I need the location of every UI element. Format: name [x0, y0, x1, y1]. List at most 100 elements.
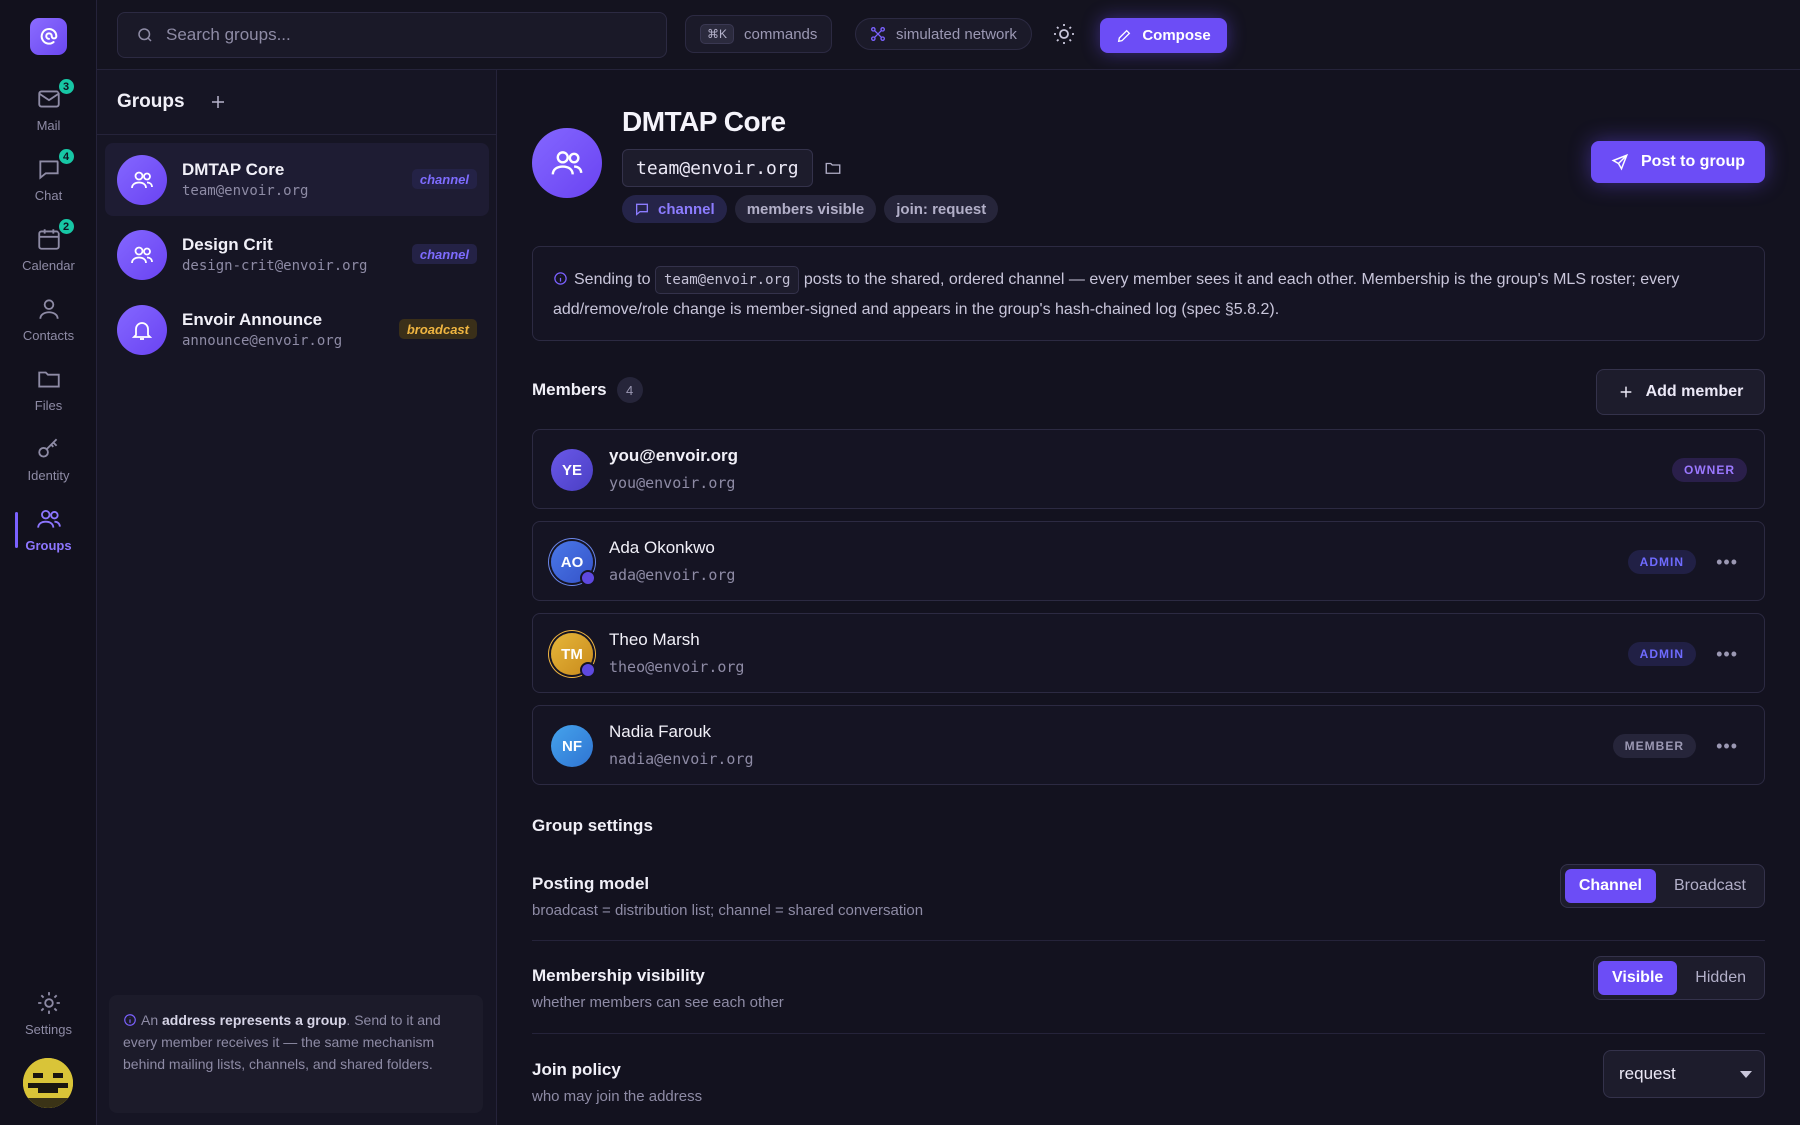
member-row[interactable]: YE you@envoir.org you@envoir.org OWNER	[532, 429, 1765, 509]
rail-item-settings[interactable]: Settings	[0, 990, 97, 1052]
chevron-down-icon	[1740, 1071, 1752, 1078]
setting-join-policy: Join policy who may join the address req…	[532, 1050, 1765, 1105]
group-address: design-crit@envoir.org	[182, 258, 368, 274]
post-to-group-button[interactable]: Post to group	[1591, 141, 1765, 183]
top-bar: Search groups... ⌘K commands simulated n…	[97, 0, 1800, 70]
member-name: Theo Marsh	[609, 630, 700, 649]
sun-icon[interactable]	[1052, 22, 1078, 48]
group-item-envoir-announce[interactable]: Envoir Announce announce@envoir.org broa…	[105, 293, 489, 366]
rail-item-files[interactable]: Files	[0, 366, 97, 428]
channel-chip: channel	[622, 195, 727, 223]
group-name: DMTAP Core	[182, 160, 285, 179]
posting-option-broadcast[interactable]: Broadcast	[1660, 869, 1760, 903]
add-group-button[interactable]	[209, 93, 227, 111]
send-icon	[1611, 153, 1629, 171]
network-icon	[870, 26, 886, 42]
plus-icon	[1618, 384, 1634, 400]
member-row[interactable]: NF Nadia Farouk nadia@envoir.org MEMBER …	[532, 705, 1765, 785]
groups-title: Groups	[117, 91, 185, 112]
group-item-dmtap-core[interactable]: DMTAP Core team@envoir.org channel	[105, 143, 489, 216]
role-badge: MEMBER	[1612, 734, 1696, 758]
commands-label: commands	[744, 25, 818, 43]
members-count-badge: 4	[616, 377, 643, 403]
member-row[interactable]: TM Theo Marsh theo@envoir.org ADMIN •••	[532, 613, 1765, 693]
info-icon	[553, 271, 568, 286]
setting-label: Join policy	[532, 1060, 621, 1079]
rail-label-contacts: Contacts	[22, 328, 75, 343]
member-row[interactable]: AO Ada Okonkwo ada@envoir.org ADMIN •••	[532, 521, 1765, 601]
gear-icon	[36, 990, 62, 1016]
more-options-icon[interactable]: •••	[1716, 736, 1738, 757]
setting-description: whether members can see each other	[532, 994, 784, 1011]
member-name: you@envoir.org	[609, 446, 738, 465]
group-address: team@envoir.org	[182, 183, 309, 199]
envoir-logo-icon[interactable]	[30, 18, 67, 55]
add-member-button[interactable]: Add member	[1596, 369, 1765, 415]
search-placeholder: Search groups...	[166, 25, 291, 44]
group-type-tag: broadcast	[398, 319, 477, 339]
chat-icon: 4	[36, 147, 76, 182]
more-options-icon[interactable]: •••	[1716, 644, 1738, 665]
posting-option-channel[interactable]: Channel	[1564, 869, 1656, 903]
visibility-option-visible[interactable]: Visible	[1598, 961, 1678, 995]
group-item-design-crit[interactable]: Design Crit design-crit@envoir.org chann…	[105, 218, 489, 291]
join-policy-select[interactable]: request	[1603, 1050, 1765, 1098]
avatar: NF	[551, 725, 593, 767]
groups-panel: Groups DMTAP Core team@envoir.org channe…	[97, 70, 497, 1125]
setting-posting-model: Posting model broadcast = distribution l…	[532, 864, 1765, 919]
rail-item-contacts[interactable]: Contacts	[0, 296, 97, 358]
setting-label: Membership visibility	[532, 966, 705, 985]
group-notice: Sending to team@envoir.org posts to the …	[532, 246, 1765, 341]
rail-label-mail: Mail	[36, 118, 61, 133]
users-icon	[117, 154, 167, 205]
visibility-toggle: Visible Hidden	[1593, 956, 1765, 1000]
group-info-card: An address represents a group. Send to i…	[109, 995, 483, 1113]
group-name: Envoir Announce	[182, 310, 323, 329]
group-address-field[interactable]: team@envoir.org	[622, 149, 813, 187]
rail-label-chat: Chat	[34, 188, 63, 203]
group-type-tag: channel	[411, 169, 477, 189]
post-to-group-label: Post to group	[1641, 153, 1745, 170]
commands-shortcut: ⌘K	[700, 24, 735, 44]
folder-icon	[36, 366, 62, 392]
group-detail: DMTAP Core team@envoir.org channel membe…	[497, 70, 1800, 1125]
group-name: Design Crit	[182, 235, 273, 254]
network-status-button[interactable]: simulated network	[855, 18, 1032, 50]
rail-label-identity: Identity	[27, 468, 70, 483]
mail-badge: 3	[56, 77, 76, 96]
rail-item-groups[interactable]: Groups	[0, 506, 97, 568]
user-avatar[interactable]	[23, 1058, 73, 1108]
avatar: TM	[551, 633, 596, 678]
add-member-label: Add member	[1645, 383, 1744, 400]
rail-label-groups: Groups	[25, 538, 72, 553]
join-chip: join: request	[884, 195, 999, 223]
members-title: Members	[532, 380, 607, 399]
folder-icon[interactable]	[824, 159, 842, 177]
rail-item-mail[interactable]: 3 Mail	[0, 77, 97, 148]
contacts-icon	[36, 296, 62, 322]
chat-icon	[634, 201, 650, 217]
rail-item-calendar[interactable]: 2 Calendar	[0, 217, 97, 288]
more-options-icon[interactable]: •••	[1716, 552, 1738, 573]
rail-label-files: Files	[34, 398, 63, 413]
key-icon	[36, 436, 62, 462]
join-policy-value: request	[1619, 1064, 1676, 1083]
rail-item-identity[interactable]: Identity	[0, 436, 97, 498]
commands-button[interactable]: ⌘K commands	[685, 15, 833, 53]
member-email: ada@envoir.org	[609, 566, 736, 584]
avatar-initials: TM	[561, 645, 583, 663]
compose-button[interactable]: Compose	[1100, 18, 1227, 53]
members-header: Members 4	[532, 377, 643, 403]
notice-prefix: Sending to	[574, 271, 651, 288]
channel-chip-label: channel	[658, 200, 715, 218]
bell-icon	[117, 304, 167, 355]
calendar-badge: 2	[56, 217, 76, 236]
rail-item-chat[interactable]: 4 Chat	[0, 147, 97, 218]
setting-membership-visibility: Membership visibility whether members ca…	[532, 956, 1765, 1011]
users-icon	[532, 128, 602, 198]
role-badge: OWNER	[1672, 458, 1747, 482]
visibility-option-hidden[interactable]: Hidden	[1681, 961, 1760, 995]
search-input[interactable]: Search groups...	[117, 12, 667, 58]
compose-label: Compose	[1142, 27, 1211, 44]
rail-label-settings: Settings	[25, 1022, 72, 1037]
